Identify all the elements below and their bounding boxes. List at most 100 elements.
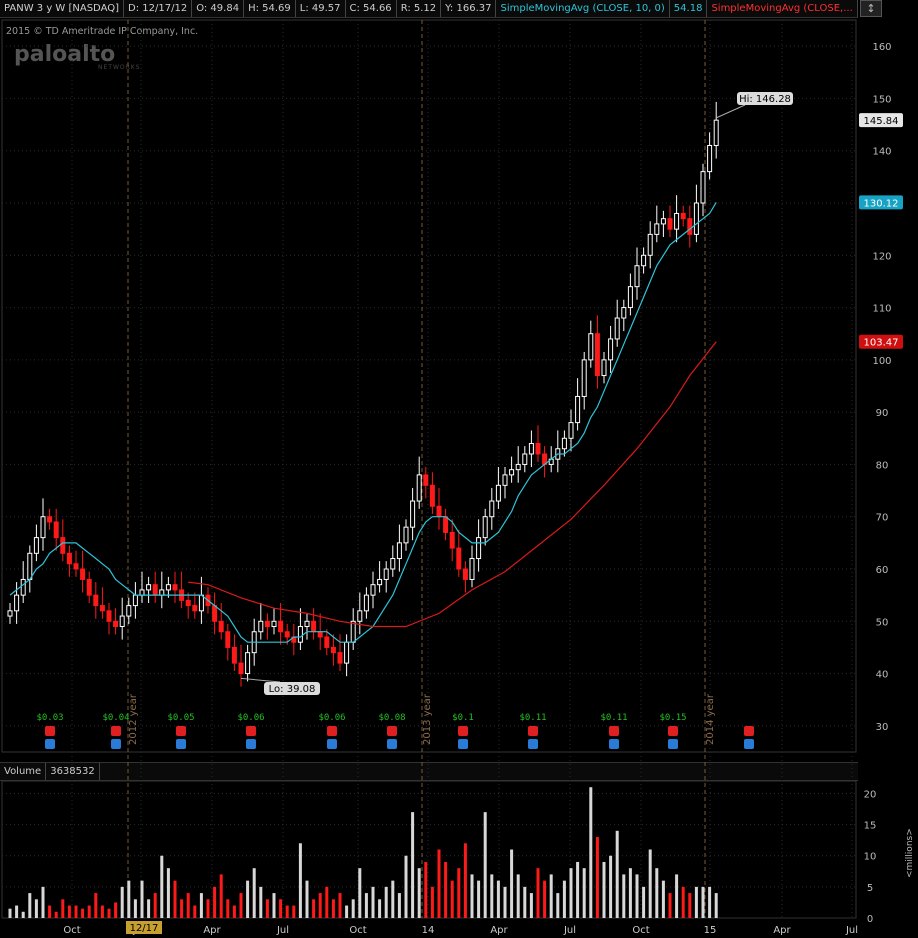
volume-bar	[265, 899, 269, 918]
earnings-icon	[327, 726, 337, 736]
candle-body	[621, 307, 627, 319]
volume-bar	[226, 899, 230, 918]
candle-body	[284, 631, 290, 638]
volume-bar	[206, 899, 210, 918]
selected-date-label: 12/17	[130, 923, 159, 934]
volume-bar	[384, 886, 388, 918]
candle-body	[264, 620, 270, 628]
candle-body	[350, 620, 356, 643]
candle-body	[443, 516, 449, 533]
sma10-line	[9, 202, 717, 643]
dividend-label: $0.05	[167, 713, 194, 723]
volume-bar	[74, 905, 78, 918]
candle-body	[93, 594, 99, 607]
candle-body	[502, 474, 508, 486]
dividend-icon	[744, 739, 754, 749]
volume-bar	[688, 893, 692, 918]
volume-bar	[351, 899, 355, 918]
candle-body	[654, 223, 660, 235]
price-tick-label: 70	[876, 513, 889, 524]
volume-bar	[615, 830, 619, 918]
dividend-icon	[45, 739, 55, 749]
candle-body	[33, 537, 39, 554]
candle-body	[99, 605, 105, 612]
volume-bar	[450, 880, 454, 918]
volume-bar	[325, 886, 329, 918]
volume-bar	[609, 855, 613, 918]
time-tick-label: Apr	[773, 925, 791, 936]
dividend-label: $0.11	[600, 713, 627, 723]
time-tick-label: 14	[422, 925, 435, 936]
volume-bar	[510, 849, 514, 918]
volume-bar	[87, 905, 91, 918]
volume-bar	[61, 899, 65, 918]
candle-body	[614, 317, 620, 340]
volume-bar	[371, 886, 375, 918]
volume-bar	[437, 849, 441, 918]
candle-body	[113, 620, 119, 628]
volume-bar	[107, 908, 111, 918]
candle-body	[390, 558, 396, 570]
high-callout: Hi: 146.28	[739, 94, 791, 105]
volume-bar	[536, 868, 540, 918]
time-tick-label: Jul	[845, 925, 858, 936]
year-label: 2014 year	[705, 693, 716, 745]
volume-bar	[232, 905, 236, 918]
volume-bar	[54, 911, 58, 918]
candle-body	[172, 584, 178, 591]
candle-body	[40, 516, 46, 539]
price-tick-label: 140	[872, 147, 891, 158]
high-callout-leader	[715, 104, 746, 119]
price-chart[interactable]: 3040506070809010011012013014015016005101…	[0, 0, 918, 938]
candle-body	[707, 144, 713, 173]
candle-body	[535, 443, 541, 455]
volume-bar	[397, 893, 401, 918]
volume-bar	[714, 893, 718, 918]
volume-bar	[133, 899, 137, 918]
candle-body	[528, 443, 534, 455]
candle-body	[86, 578, 92, 596]
volume-bar	[701, 886, 705, 918]
candle-body	[674, 212, 680, 230]
candle-body	[456, 547, 462, 570]
volume-bar	[622, 874, 626, 918]
candle-body	[185, 599, 191, 607]
volume-bar	[8, 908, 12, 918]
volume-bar	[173, 880, 177, 918]
candle-body	[410, 500, 416, 528]
volume-bar	[285, 905, 289, 918]
candle-body	[165, 584, 171, 591]
candle-body	[192, 605, 198, 612]
volume-bar	[556, 893, 560, 918]
candle-body	[139, 589, 145, 596]
time-tick-label: Jul	[563, 925, 576, 936]
candle-body	[132, 594, 138, 607]
candle-body	[225, 631, 231, 648]
volume-bar	[318, 893, 322, 918]
time-tick-label: Jul	[276, 925, 289, 936]
dividend-icon	[609, 739, 619, 749]
volume-bar	[582, 868, 586, 918]
volume-bar	[15, 905, 19, 918]
candle-body	[476, 537, 482, 560]
volume-bar	[516, 874, 520, 918]
volume-unit-label: <millions>	[905, 828, 915, 878]
candle-body	[561, 437, 567, 450]
volume-bar	[490, 874, 494, 918]
dividend-icon	[387, 739, 397, 749]
volume-bar	[642, 886, 646, 918]
volume-bar	[272, 893, 276, 918]
volume-bar	[160, 855, 164, 918]
earnings-icon	[668, 726, 678, 736]
dividend-icon	[528, 739, 538, 749]
candle-body	[680, 212, 686, 220]
dividend-label: $0.15	[659, 713, 686, 723]
candle-body	[212, 605, 218, 622]
price-tick-label: 110	[872, 304, 891, 315]
volume-bar	[503, 886, 507, 918]
candle-body	[515, 463, 521, 471]
candle-body	[608, 338, 614, 361]
candle-body	[641, 254, 647, 267]
volume-bar	[668, 893, 672, 918]
volume-tick-label: 15	[864, 821, 877, 832]
